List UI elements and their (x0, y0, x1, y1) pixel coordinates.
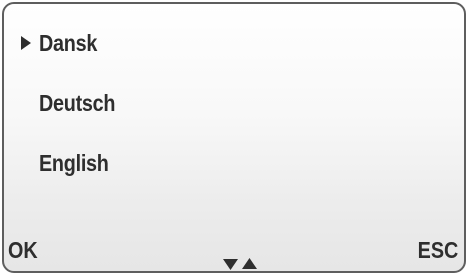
menu-item-dansk[interactable]: Dansk (4, 23, 464, 63)
scroll-arrows (223, 257, 257, 271)
triangle-up-icon[interactable] (242, 258, 257, 270)
menu-item-label: Deutsch (39, 89, 116, 116)
menu-item-label: English (39, 149, 109, 176)
triangle-down-icon[interactable] (223, 258, 238, 270)
esc-softkey[interactable]: ESC (417, 233, 458, 267)
menu-item-deutsch[interactable]: Deutsch (4, 83, 464, 123)
display-screen: Dansk Deutsch English OK ESC (2, 2, 466, 273)
menu-item-english[interactable]: English (4, 143, 464, 183)
triangle-right-icon (21, 36, 31, 50)
menu-item-label: Dansk (39, 29, 98, 56)
ok-softkey[interactable]: OK (8, 233, 38, 267)
